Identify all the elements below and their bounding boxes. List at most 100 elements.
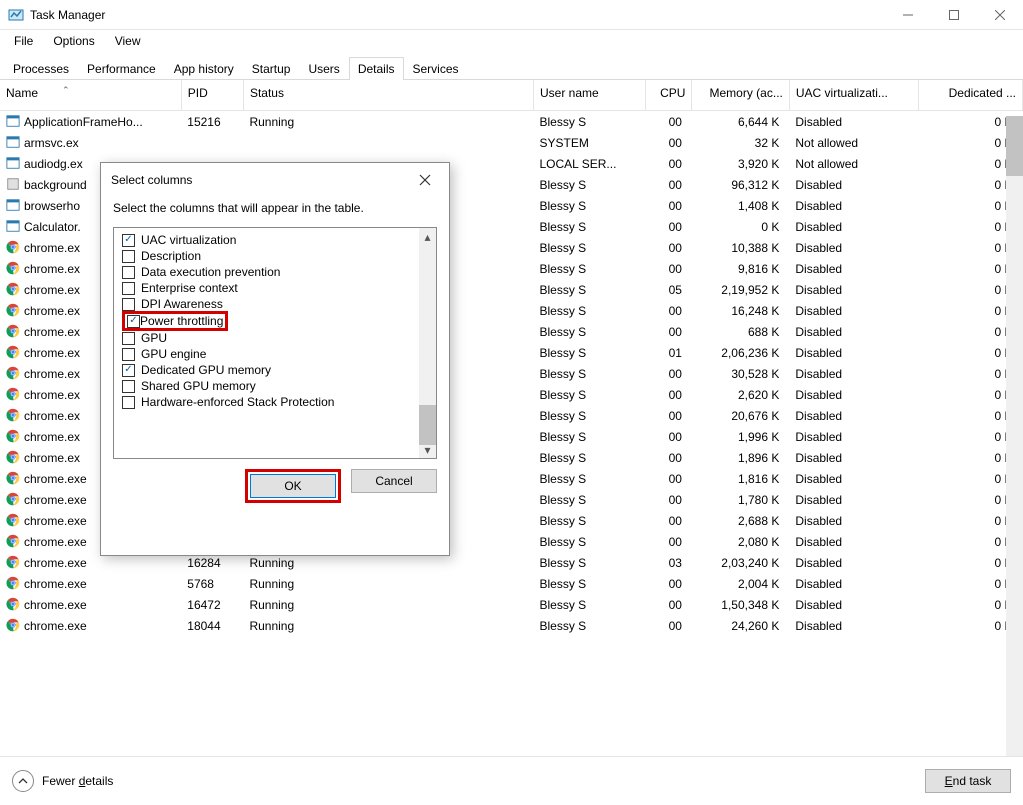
- cell-uac: Disabled: [789, 615, 918, 636]
- process-icon: [6, 597, 20, 611]
- minimize-button[interactable]: [885, 0, 931, 30]
- close-button[interactable]: [977, 0, 1023, 30]
- cell-uac: Disabled: [789, 594, 918, 615]
- cell-mem: 2,080 K: [692, 531, 789, 552]
- checkbox[interactable]: [122, 266, 135, 279]
- tabs: Processes Performance App history Startu…: [0, 52, 1023, 80]
- table-row[interactable]: chrome.exe5768RunningBlessy S002,004 KDi…: [0, 573, 1023, 594]
- checkbox[interactable]: [122, 282, 135, 295]
- cell-mem: 20,676 K: [692, 405, 789, 426]
- cell-mem: 2,620 K: [692, 384, 789, 405]
- column-option[interactable]: UAC virtualization: [118, 232, 434, 248]
- col-uac[interactable]: UAC virtualizati...: [789, 80, 918, 111]
- process-icon: [6, 408, 20, 422]
- menu-file[interactable]: File: [6, 32, 41, 50]
- scroll-up-icon[interactable]: ▴: [419, 228, 436, 245]
- col-user[interactable]: User name: [534, 80, 646, 111]
- cell-mem: 3,920 K: [692, 153, 789, 174]
- checkbox[interactable]: [122, 348, 135, 361]
- columns-listbox[interactable]: UAC virtualizationDescriptionData execut…: [113, 227, 437, 459]
- cell-user: Blessy S: [534, 237, 646, 258]
- cell-cpu: 00: [645, 363, 692, 384]
- cell-mem: 2,19,952 K: [692, 279, 789, 300]
- table-scrollbar[interactable]: [1006, 116, 1023, 756]
- cell-mem: 1,408 K: [692, 195, 789, 216]
- fewer-details-button[interactable]: Fewer details: [12, 770, 113, 792]
- cell-mem: 32 K: [692, 132, 789, 153]
- cell-uac: Not allowed: [789, 153, 918, 174]
- tab-details[interactable]: Details: [349, 57, 404, 80]
- col-status[interactable]: Status: [243, 80, 533, 111]
- menu-view[interactable]: View: [107, 32, 149, 50]
- column-option[interactable]: GPU: [118, 330, 434, 346]
- table-row[interactable]: chrome.exe18044RunningBlessy S0024,260 K…: [0, 615, 1023, 636]
- listbox-scrollbar[interactable]: ▴ ▾: [419, 228, 436, 458]
- col-dedic[interactable]: Dedicated ...: [919, 80, 1023, 111]
- table-row[interactable]: chrome.exe16472RunningBlessy S001,50,348…: [0, 594, 1023, 615]
- fewer-details-label: Fewer details: [42, 774, 113, 788]
- checkbox[interactable]: [122, 234, 135, 247]
- col-pid[interactable]: PID: [181, 80, 243, 111]
- column-option[interactable]: GPU engine: [118, 346, 434, 362]
- tab-performance[interactable]: Performance: [78, 57, 165, 80]
- cell-user: Blessy S: [534, 363, 646, 384]
- cell-pid: [181, 132, 243, 153]
- dialog-ok-button[interactable]: OK: [250, 474, 336, 498]
- scrollbar-thumb[interactable]: [1006, 116, 1023, 176]
- maximize-button[interactable]: [931, 0, 977, 30]
- cell-user: Blessy S: [534, 279, 646, 300]
- column-option[interactable]: Dedicated GPU memory: [118, 362, 434, 378]
- column-option[interactable]: Shared GPU memory: [118, 378, 434, 394]
- col-name[interactable]: Name⌃: [0, 80, 181, 111]
- cell-user: Blessy S: [534, 615, 646, 636]
- checkbox[interactable]: [122, 380, 135, 393]
- cell-user: LOCAL SER...: [534, 153, 646, 174]
- checkbox[interactable]: [127, 315, 140, 328]
- checkbox[interactable]: [122, 364, 135, 377]
- column-option[interactable]: Data execution prevention: [118, 264, 434, 280]
- titlebar: Task Manager: [0, 0, 1023, 30]
- checkbox[interactable]: [122, 396, 135, 409]
- cell-status: Running: [243, 615, 533, 636]
- process-icon: [6, 114, 20, 128]
- column-option[interactable]: Hardware-enforced Stack Protection: [118, 394, 434, 410]
- cell-name: chrome.exe: [0, 573, 181, 594]
- cell-cpu: 00: [645, 132, 692, 153]
- col-cpu[interactable]: CPU: [645, 80, 692, 111]
- tab-startup[interactable]: Startup: [243, 57, 300, 80]
- column-option[interactable]: Description: [118, 248, 434, 264]
- process-icon: [6, 345, 20, 359]
- checkbox[interactable]: [122, 250, 135, 263]
- column-option[interactable]: DPI Awareness: [118, 296, 434, 312]
- menu-options[interactable]: Options: [45, 32, 102, 50]
- cell-name: armsvc.ex: [0, 132, 181, 153]
- column-option[interactable]: Power throttling: [118, 312, 434, 330]
- cell-pid: 15216: [181, 111, 243, 133]
- process-icon: [6, 618, 20, 632]
- tab-processes[interactable]: Processes: [4, 57, 78, 80]
- cell-uac: Disabled: [789, 258, 918, 279]
- cell-user: Blessy S: [534, 573, 646, 594]
- checkbox[interactable]: [122, 332, 135, 345]
- end-task-button[interactable]: End task: [925, 769, 1011, 793]
- cell-mem: 0 K: [692, 216, 789, 237]
- tab-services[interactable]: Services: [404, 57, 468, 80]
- dialog-close-button[interactable]: [411, 166, 439, 194]
- cell-status: [243, 132, 533, 153]
- column-option[interactable]: Enterprise context: [118, 280, 434, 296]
- col-mem[interactable]: Memory (ac...: [692, 80, 789, 111]
- dialog-cancel-button[interactable]: Cancel: [351, 469, 437, 493]
- scrollbar-thumb[interactable]: [419, 405, 436, 445]
- checkbox[interactable]: [122, 298, 135, 311]
- tab-users[interactable]: Users: [299, 57, 348, 80]
- window-title: Task Manager: [30, 8, 105, 22]
- table-row[interactable]: armsvc.exSYSTEM0032 KNot allowed0 K: [0, 132, 1023, 153]
- cell-pid: 16472: [181, 594, 243, 615]
- table-row[interactable]: ApplicationFrameHo...15216RunningBlessy …: [0, 111, 1023, 133]
- cell-cpu: 00: [645, 468, 692, 489]
- cell-uac: Disabled: [789, 552, 918, 573]
- cell-cpu: 01: [645, 342, 692, 363]
- process-icon: [6, 450, 20, 464]
- tab-apphistory[interactable]: App history: [165, 57, 243, 80]
- cell-uac: Disabled: [789, 279, 918, 300]
